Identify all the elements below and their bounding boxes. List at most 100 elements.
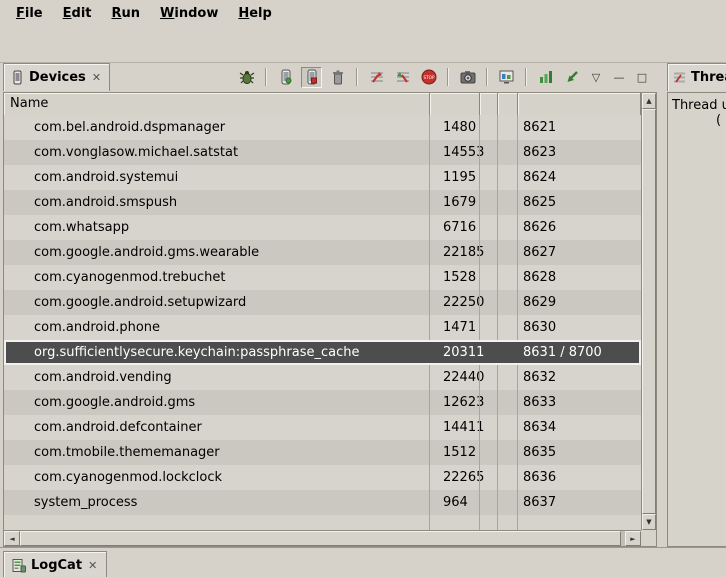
- cell-empty: [480, 365, 498, 390]
- trash-icon: [332, 70, 344, 85]
- green-arrow-icon: [565, 70, 579, 84]
- cell-empty: [498, 290, 518, 315]
- cell-empty: [498, 415, 518, 440]
- toolbar-separator: [447, 68, 449, 86]
- horizontal-scrollbar-thumb[interactable]: [20, 531, 621, 546]
- logcat-tab-label: LogCat: [31, 558, 82, 573]
- start-method-profiling-button[interactable]: [392, 67, 413, 88]
- debug-process-button[interactable]: [236, 67, 257, 88]
- menu-help[interactable]: Help: [228, 3, 281, 24]
- scroll-up-button[interactable]: ▲: [642, 93, 656, 109]
- tab-threads[interactable]: Threads: [667, 63, 726, 91]
- vertical-scrollbar[interactable]: ▲ ▼: [641, 93, 656, 530]
- toolbar-separator: [265, 68, 267, 86]
- cause-gc-button[interactable]: [327, 67, 348, 88]
- table-row[interactable]: com.google.android.gms.wearable 22185 86…: [4, 240, 641, 265]
- cell-debug-port: 8625: [518, 190, 641, 215]
- screen-capture-button[interactable]: [457, 67, 478, 88]
- table-row[interactable]: com.bel.android.dspmanager 1480 8621: [4, 115, 641, 140]
- cell-debug-port: 8633: [518, 390, 641, 415]
- cell-process-name: com.cyanogenmod.trebuchet: [4, 265, 430, 290]
- system-info-button[interactable]: [496, 67, 517, 88]
- threads-content: Thread up (: [667, 92, 726, 547]
- column-header-3[interactable]: [480, 93, 498, 115]
- menu-file[interactable]: File: [6, 3, 53, 24]
- table-row[interactable]: system_process 964 8637: [4, 490, 641, 515]
- cell-debug-port: 8621: [518, 115, 641, 140]
- cell-pid: 22185: [430, 240, 480, 265]
- scroll-right-button[interactable]: ►: [625, 531, 641, 546]
- table-row[interactable]: com.android.smspush 1679 8625: [4, 190, 641, 215]
- cell-debug-port: 8630: [518, 315, 641, 340]
- column-header-name[interactable]: Name: [4, 93, 430, 115]
- scroll-down-button[interactable]: ▼: [642, 514, 656, 530]
- cell-empty: [498, 465, 518, 490]
- vertical-scrollbar-thumb[interactable]: [642, 109, 656, 514]
- cell-debug-port: 8637: [518, 490, 641, 515]
- cell-empty: [480, 340, 498, 365]
- heap-dump-button[interactable]: [535, 67, 556, 88]
- table-row[interactable]: com.whatsapp 6716 8626: [4, 215, 641, 240]
- minimize-button[interactable]: —: [610, 67, 628, 87]
- stop-process-button[interactable]: STOP: [418, 67, 439, 88]
- stop-icon: STOP: [421, 69, 437, 85]
- cell-pid: 14553: [430, 140, 480, 165]
- tab-logcat[interactable]: LogCat ✕: [3, 551, 107, 577]
- device-heap-icon: [280, 69, 292, 85]
- table-row[interactable]: org.sufficientlysecure.keychain:passphra…: [4, 340, 641, 365]
- table-row[interactable]: com.cyanogenmod.trebuchet 1528 8628: [4, 265, 641, 290]
- table-row[interactable]: com.vonglasow.michael.satstat 14553 8623: [4, 140, 641, 165]
- green-bars-icon: [539, 70, 553, 84]
- cell-process-name: com.tmobile.thememanager: [4, 440, 430, 465]
- update-threads-button[interactable]: [366, 67, 387, 88]
- toolbar-separator: [525, 68, 527, 86]
- devices-toolbar: STOP: [236, 66, 651, 88]
- table-row[interactable]: com.android.phone 1471 8630: [4, 315, 641, 340]
- column-header-4[interactable]: [498, 93, 518, 115]
- cell-pid: 14411: [430, 415, 480, 440]
- update-heap-button[interactable]: [275, 67, 296, 88]
- cell-pid: 22265: [430, 465, 480, 490]
- logcat-tab-close-icon[interactable]: ✕: [87, 559, 98, 572]
- chart-icon: [499, 70, 514, 84]
- menu-window[interactable]: Window: [150, 3, 228, 24]
- cell-pid: 1512: [430, 440, 480, 465]
- cell-pid: 1679: [430, 190, 480, 215]
- table-row[interactable]: com.cyanogenmod.lockclock 22265 8636: [4, 465, 641, 490]
- horizontal-scrollbar[interactable]: ◄ ►: [4, 530, 641, 546]
- network-stats-button[interactable]: [561, 67, 582, 88]
- svg-text:STOP: STOP: [423, 75, 435, 80]
- maximize-button[interactable]: □: [633, 67, 651, 87]
- cell-pid: 20311: [430, 340, 480, 365]
- cell-process-name: com.google.android.setupwizard: [4, 290, 430, 315]
- dump-hprof-button[interactable]: [301, 67, 322, 88]
- column-header-port[interactable]: [518, 93, 641, 115]
- table-row[interactable]: com.google.android.setupwizard 22250 862…: [4, 290, 641, 315]
- cell-process-name: com.android.defcontainer: [4, 415, 430, 440]
- scroll-left-button[interactable]: ◄: [4, 531, 20, 546]
- table-row[interactable]: com.android.vending 22440 8632: [4, 365, 641, 390]
- column-header-pid[interactable]: [430, 93, 480, 115]
- camera-icon: [460, 70, 476, 84]
- table-row[interactable]: com.tmobile.thememanager 1512 8635: [4, 440, 641, 465]
- table-row[interactable]: com.google.android.gms 12623 8633: [4, 390, 641, 415]
- threads-update-icon: [369, 70, 385, 84]
- cell-debug-port: 8631 / 8700: [518, 340, 641, 365]
- cell-pid: 1471: [430, 315, 480, 340]
- table-row[interactable]: com.android.defcontainer 14411 8634: [4, 415, 641, 440]
- view-menu-button[interactable]: ▽: [587, 67, 605, 87]
- cell-empty: [480, 240, 498, 265]
- devices-tab-close-icon[interactable]: ✕: [91, 71, 102, 84]
- menu-edit[interactable]: Edit: [53, 3, 102, 24]
- cell-empty: [498, 165, 518, 190]
- table-row[interactable]: com.android.systemui 1195 8624: [4, 165, 641, 190]
- cell-empty: [480, 315, 498, 340]
- cell-process-name: com.android.smspush: [4, 190, 430, 215]
- tab-devices[interactable]: Devices ✕: [3, 63, 110, 91]
- cell-pid: 22440: [430, 365, 480, 390]
- cell-debug-port: 8626: [518, 215, 641, 240]
- threads-message-line2: (: [672, 113, 726, 128]
- menu-run[interactable]: Run: [102, 3, 151, 24]
- cell-process-name: org.sufficientlysecure.keychain:passphra…: [4, 340, 430, 365]
- cell-debug-port: 8628: [518, 265, 641, 290]
